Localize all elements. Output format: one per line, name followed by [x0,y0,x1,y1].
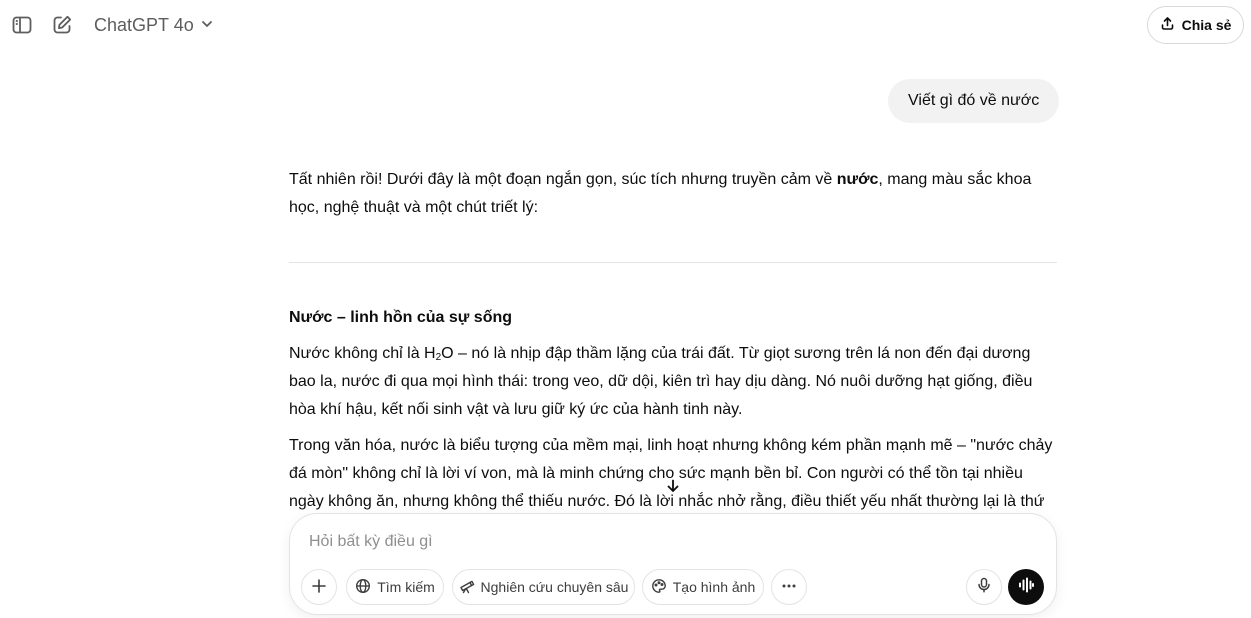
deep-research-button[interactable]: Nghiên cứu chuyên sâu [452,569,635,605]
section-title: Nước – linh hồn của sự sống [289,309,513,326]
plus-icon [310,577,328,598]
microphone-icon [976,577,992,598]
voice-waveform-icon [1017,576,1035,599]
scroll-to-bottom-button[interactable] [658,473,688,503]
model-selector[interactable]: ChatGPT 4o [86,9,222,41]
divider [289,262,1057,263]
sidebar-toggle-icon [11,14,33,36]
new-chat-button[interactable] [46,9,78,41]
deep-research-label: Nghiên cứu chuyên sâu [480,579,629,595]
chat-page: ChatGPT 4o Chia sẻ Viết gì đó về nước Tấ… [0,0,1251,618]
top-bar: ChatGPT 4o Chia sẻ [0,0,1251,52]
sidebar-toggle-button[interactable] [6,9,38,41]
assistant-intro: Tất nhiên rồi! Dưới đây là một đoạn ngắn… [289,166,1057,222]
composer: Tìm kiếm Nghiên cứu chuyên sâu [289,513,1057,615]
chevron-down-icon [200,15,214,36]
image-palette-icon [651,578,667,597]
dictate-button[interactable] [966,569,1002,605]
add-attachment-button[interactable] [301,569,337,605]
prompt-input[interactable] [309,530,1009,554]
intro-text: Tất nhiên rồi! Dưới đây là một đoạn ngắn… [289,171,837,188]
para1-start: Nước không chỉ là H [289,345,436,362]
search-tool-button[interactable]: Tìm kiếm [346,569,444,605]
share-icon [1160,16,1175,34]
globe-icon [355,578,371,597]
intro-bold-word: nước [836,171,879,188]
search-tool-label: Tìm kiếm [377,579,435,595]
create-image-button[interactable]: Tạo hình ảnh [642,569,764,605]
new-chat-icon [51,14,73,36]
telescope-icon [459,578,475,597]
more-icon [780,577,798,598]
create-image-label: Tạo hình ảnh [672,579,756,595]
assistant-intro-paragraph: Tất nhiên rồi! Dưới đây là một đoạn ngắn… [289,166,1057,222]
user-message-text: Viết gì đó về nước [908,92,1040,109]
model-name: ChatGPT 4o [94,14,194,35]
share-label: Chia sẻ [1181,17,1232,33]
user-message-bubble: Viết gì đó về nước [888,79,1060,123]
arrow-down-icon [665,478,681,499]
share-button[interactable]: Chia sẻ [1147,6,1244,44]
more-tools-button[interactable] [771,569,807,605]
paragraph-1: Nước không chỉ là H2O – nó là nhịp đập t… [289,340,1059,424]
voice-mode-button[interactable] [1008,569,1044,605]
